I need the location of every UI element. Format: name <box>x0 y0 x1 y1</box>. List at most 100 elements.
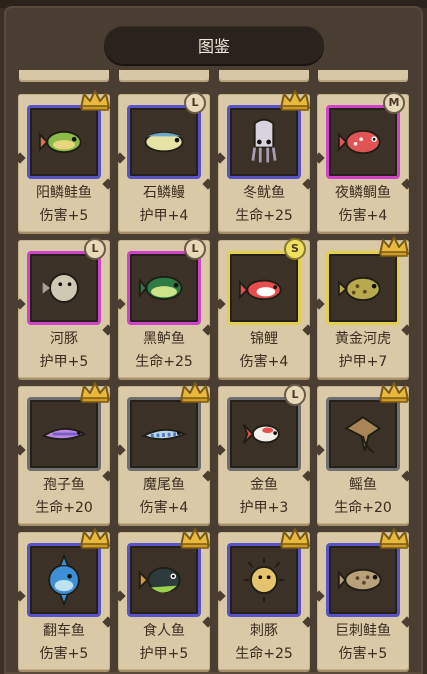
fish-card[interactable]: L 石鳞鳗护甲+4 <box>118 92 210 232</box>
fish-stat: 护甲+7 <box>338 354 388 370</box>
fish-card[interactable]: 鳐鱼生命+20 <box>317 382 409 524</box>
fish-portrait-frame <box>326 105 400 179</box>
rank-badge: L <box>84 238 106 260</box>
rank-badge: L <box>184 92 206 114</box>
fish-name: 黑鲈鱼 <box>143 331 185 347</box>
fish-card[interactable]: M 夜鳞鲷鱼伤害+4 <box>317 92 409 232</box>
rank-badge: L <box>184 238 206 260</box>
fish-portrait-frame <box>27 251 101 325</box>
crown-icon <box>78 526 112 550</box>
golden-puffer-icon <box>337 276 381 301</box>
stone-eel-icon <box>144 131 184 153</box>
fish-card[interactable]: 刺豚 生命+25 <box>218 528 310 670</box>
fish-stat: 生命+20 <box>35 500 93 516</box>
crown-icon <box>278 88 312 112</box>
partial-card <box>19 70 109 82</box>
fish-card[interactable]: L 金鱼护甲+3 <box>218 384 310 524</box>
fish-card[interactable]: 阳鳞鲑鱼伤害+5 <box>18 90 110 232</box>
piranha-icon <box>138 567 181 593</box>
fish-card[interactable]: 翻车鱼伤害+5 <box>18 528 110 670</box>
ray-icon <box>344 416 382 454</box>
fish-portrait-frame <box>127 105 201 179</box>
fish-card[interactable]: 孢子鱼生命+20 <box>18 382 110 524</box>
rank-badge: M <box>383 92 405 114</box>
fish-card[interactable]: L 河豚护甲+5 <box>18 238 110 378</box>
sunfish-icon <box>48 554 80 606</box>
fish-stat: 护甲+5 <box>139 646 189 662</box>
koi-icon <box>238 279 282 301</box>
fish-name: 锦鲤 <box>250 331 278 347</box>
green-trout-icon <box>38 130 82 154</box>
fish-name: 翻车鱼 <box>43 623 85 639</box>
crown-icon <box>377 526 411 550</box>
fish-name: 河豚 <box>50 331 78 347</box>
crown-icon <box>377 234 411 258</box>
fish-stat: 护甲+3 <box>239 500 289 516</box>
fish-stat: 护甲+4 <box>139 208 189 224</box>
fish-card[interactable]: 巨刺鲑鱼伤害+5 <box>317 528 409 670</box>
red-bream-icon <box>337 129 381 155</box>
fish-name: 冬鱿鱼 <box>243 185 285 201</box>
partial-card <box>318 70 408 82</box>
partial-card <box>119 70 209 82</box>
fish-portrait-frame <box>227 105 301 179</box>
fish-stat: 生命+25 <box>235 646 293 662</box>
fish-name: 孢子鱼 <box>43 477 85 493</box>
porcupine-icon <box>243 557 285 603</box>
tail-fish-icon <box>141 428 187 441</box>
fish-name: 魔尾鱼 <box>143 477 185 493</box>
bass-icon <box>138 275 183 301</box>
fish-portrait-frame <box>227 543 301 617</box>
fish-portrait-frame <box>326 397 400 471</box>
spore-fish-icon <box>41 427 87 441</box>
puffer-icon <box>42 273 79 303</box>
fish-name: 鳐鱼 <box>349 477 377 493</box>
fish-portrait-frame <box>27 105 101 179</box>
fish-name: 夜鳞鲷鱼 <box>335 185 391 201</box>
fish-name: 黄金河虎 <box>335 331 391 347</box>
fish-card[interactable]: L 黑鲈鱼生命+25 <box>118 238 210 378</box>
rank-badge: L <box>284 384 306 406</box>
fish-name: 食人鱼 <box>143 623 185 639</box>
fish-stat: 伤害+5 <box>39 646 89 662</box>
previous-row-partial <box>0 70 427 84</box>
crown-icon <box>178 380 212 404</box>
fish-portrait-frame <box>127 397 201 471</box>
fish-card[interactable]: S 锦鲤伤害+4 <box>218 238 310 378</box>
fish-stat: 伤害+4 <box>139 500 189 516</box>
fish-portrait-frame <box>326 543 400 617</box>
codex-title-bar: 图鉴 <box>104 26 324 64</box>
fish-name: 巨刺鲑鱼 <box>335 623 391 639</box>
fish-portrait-frame <box>27 397 101 471</box>
fish-stat: 生命+25 <box>135 354 193 370</box>
fish-portrait-frame <box>227 397 301 471</box>
fish-name: 石鳞鳗 <box>143 185 185 201</box>
fish-stat: 伤害+4 <box>338 208 388 224</box>
big-trout-icon <box>337 568 382 592</box>
squid-icon <box>251 118 277 163</box>
fish-card[interactable]: 黄金河虎护甲+7 <box>317 236 409 378</box>
partial-card <box>219 70 309 82</box>
crown-icon <box>178 526 212 550</box>
fish-card[interactable]: 食人鱼护甲+5 <box>118 528 210 670</box>
page-title: 图鉴 <box>197 37 230 56</box>
fish-stat: 生命+20 <box>334 500 392 516</box>
fish-name: 金鱼 <box>250 477 278 493</box>
fish-portrait-frame <box>326 251 400 325</box>
fish-stat: 护甲+5 <box>39 354 89 370</box>
fish-card[interactable]: 魔尾鱼伤害+4 <box>118 382 210 524</box>
fish-stat: 伤害+4 <box>239 354 289 370</box>
rank-badge: S <box>284 238 306 260</box>
fish-card[interactable]: 冬鱿鱼生命+25 <box>218 90 310 232</box>
fish-stat: 生命+25 <box>235 208 293 224</box>
fish-name: 阳鳞鲑鱼 <box>36 185 92 201</box>
fish-portrait-frame <box>27 543 101 617</box>
crown-icon <box>377 380 411 404</box>
crown-icon <box>78 88 112 112</box>
fish-portrait-frame <box>227 251 301 325</box>
goldfish-icon <box>242 424 280 444</box>
fish-stat: 伤害+5 <box>338 646 388 662</box>
crown-icon <box>78 380 112 404</box>
fish-stat: 伤害+5 <box>39 208 89 224</box>
fish-portrait-frame <box>127 543 201 617</box>
